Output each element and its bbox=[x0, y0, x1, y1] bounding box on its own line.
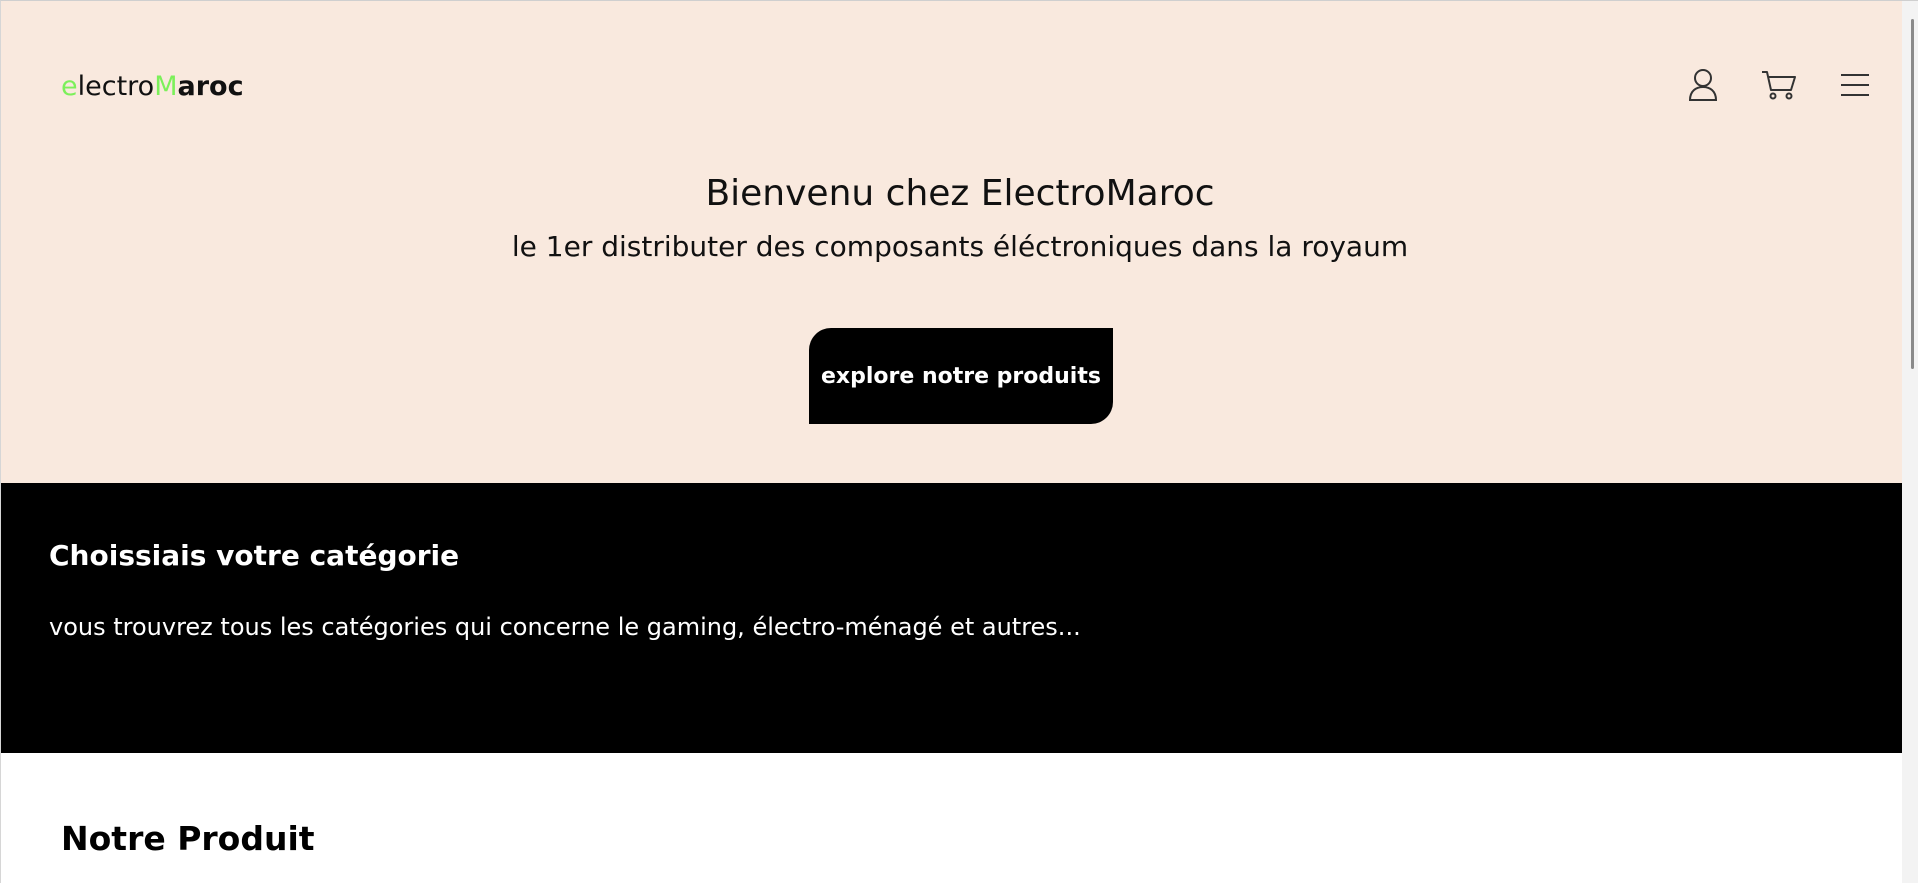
user-icon[interactable] bbox=[1685, 67, 1721, 103]
logo-text-aroc: aroc bbox=[177, 71, 244, 102]
hero-subtitle: le 1er distributer des composants éléctr… bbox=[511, 230, 1409, 263]
vertical-scrollbar[interactable] bbox=[1902, 1, 1918, 883]
menu-icon[interactable] bbox=[1837, 67, 1873, 103]
products-section: Notre Produit bbox=[1, 753, 1903, 883]
page: electroMaroc Bienvenu chez ElectroMaroc … bbox=[0, 0, 1918, 883]
scrollbar-thumb[interactable] bbox=[1911, 19, 1914, 369]
site-logo[interactable]: electroMaroc bbox=[61, 71, 244, 102]
categories-description: vous trouvrez tous les catégories qui co… bbox=[49, 613, 1081, 641]
hero-title: Bienvenu chez ElectroMaroc bbox=[705, 173, 1215, 214]
products-title: Notre Produit bbox=[61, 819, 315, 858]
cart-icon[interactable] bbox=[1761, 67, 1797, 103]
hero-section: electroMaroc Bienvenu chez ElectroMaroc … bbox=[1, 1, 1903, 483]
categories-title: Choissiais votre catégorie bbox=[49, 539, 460, 572]
logo-accent-e: e bbox=[61, 71, 78, 102]
categories-section: Choissiais votre catégorie vous trouvrez… bbox=[1, 483, 1903, 753]
logo-accent-m: M bbox=[154, 71, 178, 102]
logo-text-lectro: lectro bbox=[77, 71, 155, 102]
explore-products-button[interactable]: explore notre produits bbox=[809, 328, 1113, 424]
header-nav-icons bbox=[1685, 67, 1873, 103]
